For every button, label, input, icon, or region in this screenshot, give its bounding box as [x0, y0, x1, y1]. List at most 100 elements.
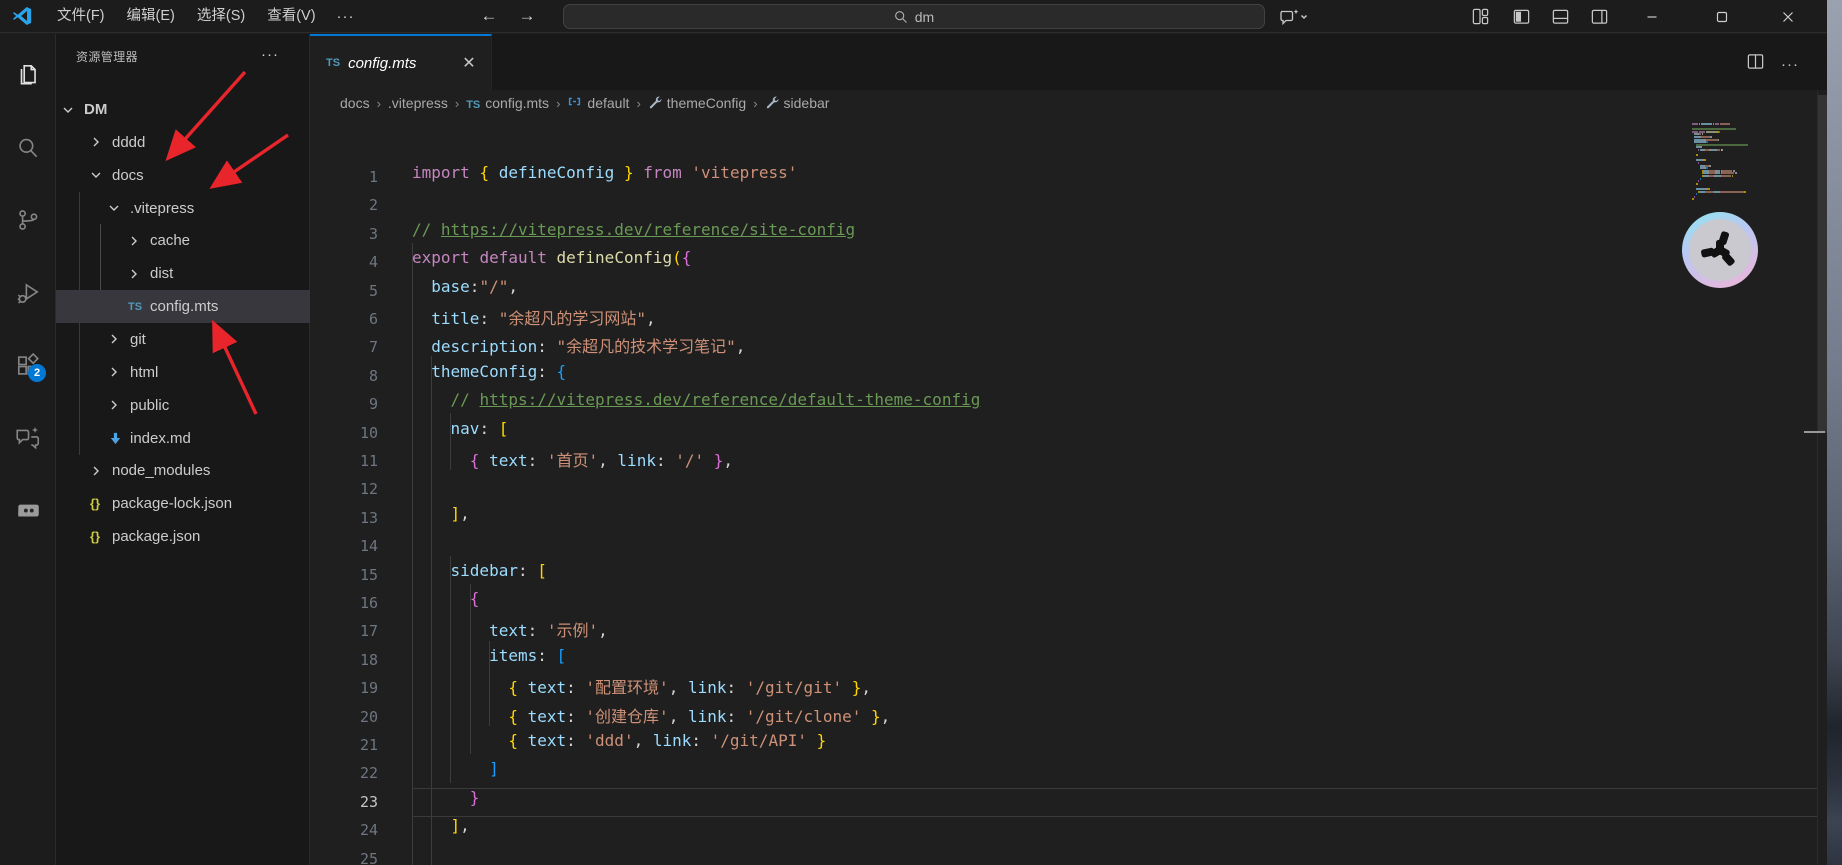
tree-item-config.mts[interactable]: TS config.mts — [56, 290, 310, 324]
sidebar-item-run-and-debug[interactable] — [0, 267, 56, 319]
minimap-line — [1692, 198, 1812, 201]
tree-item-label: html — [130, 363, 159, 381]
tree-item-dddd[interactable]: dddd — [56, 126, 310, 159]
line-number: 16 — [359, 594, 378, 612]
line-number: 24 — [359, 821, 378, 840]
chevron-right-icon — [126, 257, 142, 290]
vscode-logo-icon[interactable] — [11, 5, 33, 32]
code-editor[interactable]: 1 2 3 4 5 6 7 8 9 10 11 12 13 14 15 16 17 18 19 20 21 22 23 24 2… — [310, 34, 1827, 865]
ai-assistant-logo-icon — [1689, 219, 1751, 281]
minimize-window-button[interactable] — [1629, 0, 1675, 33]
sidebar-item-remote-card[interactable] — [0, 484, 56, 536]
indent-guide — [450, 556, 451, 783]
editor-group: TS config.mts ✕ ··· docs › .vitepress › TS co… — [310, 34, 1827, 865]
code-line-6: title: "余超凡的学习网站", — [431, 309, 656, 328]
code-line-19: { text: '配置环境', link: '/git/git' }, — [508, 678, 871, 698]
tree-item-label: index.md — [130, 429, 191, 447]
explorer-sidebar: 资源管理器 ··· DM dddd docs .vitepress cache dist T… — [56, 34, 310, 865]
tree-item-dist[interactable]: dist — [56, 257, 310, 290]
desktop-wallpaper-strip — [1827, 0, 1842, 865]
close-window-button[interactable] — [1765, 0, 1811, 33]
menu-items: 文件(F) 编辑(E) 选择(S) 查看(V) — [46, 0, 327, 33]
toggle-panel-icon[interactable] — [1548, 0, 1572, 33]
extensions-badge: 2 — [28, 364, 46, 382]
code-line-17: text: '示例', — [489, 621, 608, 641]
line-number: 23 — [359, 792, 378, 811]
line-number: 17 — [359, 622, 378, 641]
title-bar: 文件(F) 编辑(E) 选择(S) 查看(V) ··· ← → dm — [0, 0, 1827, 33]
tree-item-label: dist — [150, 265, 174, 283]
tree-item-label: dddd — [112, 133, 146, 151]
line-number: 12 — [359, 480, 378, 499]
tree-item-label: DM — [84, 101, 108, 118]
customize-layout-icon[interactable] — [1468, 0, 1492, 33]
activity-bar: 2 — [0, 34, 56, 865]
tree-item-label: docs — [112, 166, 144, 184]
explorer-more-actions-icon[interactable]: ··· — [258, 42, 282, 66]
line-number: 20 — [359, 707, 378, 726]
search-value: dm — [914, 8, 935, 25]
line-number: 21 — [359, 736, 378, 754]
sidebar-item-search[interactable] — [0, 122, 56, 174]
tree-item-label: .vitepress — [130, 199, 195, 217]
sidebar-item-explorer[interactable] — [0, 49, 56, 101]
code-line-23: } — [469, 787, 480, 807]
tree-item-package-lock.json[interactable]: {} package-lock.json — [56, 487, 310, 520]
ai-assistant-badge[interactable] — [1682, 212, 1758, 288]
indent-guide — [412, 243, 413, 865]
ts-file-icon: TS — [128, 300, 143, 313]
tree-item-cache[interactable]: cache — [56, 224, 310, 257]
md-file-icon — [108, 422, 123, 455]
chevron-down-icon — [88, 159, 104, 192]
tree-item-DM[interactable]: DM — [56, 93, 310, 126]
sidebar-item-extensions[interactable]: 2 — [0, 340, 56, 392]
toggle-secondary-sidebar-icon[interactable] — [1587, 0, 1611, 33]
command-center-search[interactable]: dm — [563, 4, 1265, 29]
json-file-icon: {} — [90, 529, 101, 545]
tree-item-package.json[interactable]: {} package.json — [56, 520, 310, 553]
code-line-9: // https://vitepress.dev/reference/defau… — [450, 390, 981, 410]
code-line-22: ] — [489, 759, 499, 779]
tree-item-label: package-lock.json — [112, 495, 233, 513]
tree-item-label: node_modules — [112, 462, 211, 480]
chevron-right-icon — [88, 126, 104, 159]
tree-item-docs[interactable]: docs — [56, 159, 310, 192]
json-file-icon: {} — [90, 496, 101, 512]
tree-item-label: git — [130, 330, 146, 348]
navigate-back-icon[interactable]: ← — [474, 0, 504, 33]
code-line-24: ], — [450, 816, 470, 836]
tree-item-git[interactable]: git — [56, 323, 310, 356]
indent-guide — [470, 584, 471, 754]
line-number: 11 — [359, 452, 378, 470]
sidebar-item-chat[interactable] — [0, 412, 56, 464]
menu-文件(F)[interactable]: 文件(F) — [46, 0, 116, 33]
copilot-chat-icon[interactable] — [1272, 0, 1314, 33]
code-line-15: sidebar: [ — [450, 560, 547, 580]
line-number: 14 — [359, 537, 378, 556]
tree-item-node_modules[interactable]: node_modules — [56, 454, 310, 487]
menu-overflow-icon[interactable]: ··· — [327, 8, 365, 25]
code-line-3: // https://vitepress.dev/reference/site-… — [412, 219, 856, 239]
line-number: 8 — [368, 366, 378, 385]
tree-item-label: public — [130, 396, 170, 414]
scrollbar-thumb[interactable] — [1818, 95, 1827, 433]
chevron-down-icon — [106, 192, 122, 225]
menu-选择(S)[interactable]: 选择(S) — [186, 0, 256, 33]
tree-item-.vitepress[interactable]: .vitepress — [56, 192, 310, 225]
menu-查看(V)[interactable]: 查看(V) — [256, 0, 326, 33]
line-number: 13 — [359, 508, 378, 527]
code-line-20: { text: '创建仓库', link: '/git/clone' }, — [508, 706, 891, 726]
vscode-window: 文件(F) 编辑(E) 选择(S) 查看(V) ··· ← → dm 2 资源管… — [0, 0, 1842, 865]
menu-编辑(E)[interactable]: 编辑(E) — [116, 0, 186, 33]
code-line-21: { text: 'ddd', link: '/git/API' } — [508, 731, 827, 750]
maximize-window-button[interactable] — [1699, 0, 1745, 33]
code-line-10: nav: [ — [450, 418, 509, 438]
indent-guide — [450, 413, 451, 470]
tree-item-html[interactable]: html — [56, 356, 310, 389]
current-line-border — [412, 816, 1817, 818]
tree-item-public[interactable]: public — [56, 389, 310, 422]
navigate-forward-icon[interactable]: → — [512, 0, 542, 33]
toggle-primary-sidebar-icon[interactable] — [1509, 0, 1533, 33]
tree-item-index.md[interactable]: index.md — [56, 422, 310, 455]
sidebar-item-source-control[interactable] — [0, 194, 56, 246]
